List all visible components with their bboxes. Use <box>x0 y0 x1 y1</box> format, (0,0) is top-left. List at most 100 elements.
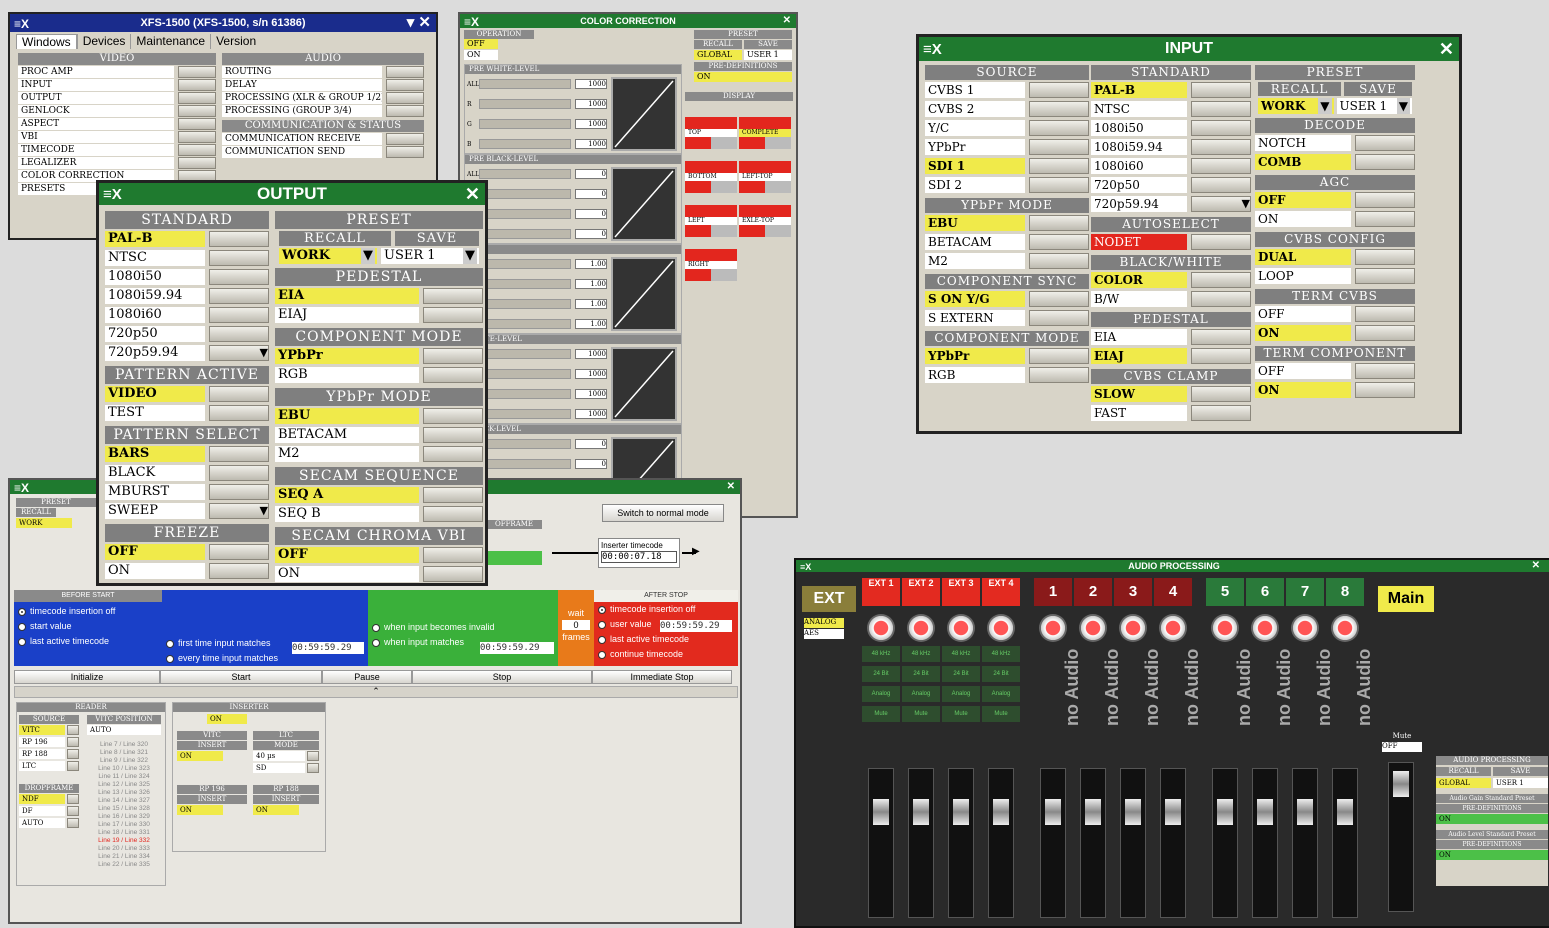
gain-knob-icon[interactable] <box>947 614 975 642</box>
channel-header[interactable]: 6 <box>1246 578 1284 606</box>
select-button[interactable] <box>209 544 269 560</box>
option-on[interactable]: ON <box>1255 381 1415 399</box>
level-slider[interactable] <box>479 169 571 179</box>
option-sdi-2[interactable]: SDI 2 <box>925 176 1089 194</box>
option-m2[interactable]: M2 <box>275 445 483 463</box>
level-slider[interactable] <box>479 119 571 129</box>
vitc-line-option[interactable]: Line 8 / Line 321 <box>87 749 161 757</box>
select-button[interactable] <box>1191 120 1251 136</box>
vitc-insert-on[interactable]: ON <box>177 751 223 761</box>
option-1080i59-94[interactable]: 1080i59.94 <box>105 287 269 305</box>
radio-icon[interactable] <box>598 650 606 659</box>
select-button[interactable] <box>1191 348 1251 364</box>
vitc-line-option[interactable]: Line 17 / Line 330 <box>87 821 161 829</box>
ext-button[interactable]: EXT <box>802 586 856 612</box>
option-eia[interactable]: EIA <box>275 287 483 305</box>
channel-header[interactable]: 4 <box>1154 578 1192 606</box>
vitc-line-option[interactable]: Line 7 / Line 320 <box>87 741 161 749</box>
fader-handle[interactable] <box>993 799 1009 825</box>
option-ypbpr[interactable]: YPbPr <box>925 347 1089 365</box>
level-value[interactable]: 1.00 <box>575 259 607 269</box>
option-y-c[interactable]: Y/C <box>925 119 1089 137</box>
title-bar[interactable]: ≡X XFS-1500 (XFS-1500, s/n 61386) ▾ ✕ <box>10 14 436 32</box>
radio-icon[interactable] <box>598 605 606 614</box>
menu-item-timecode[interactable]: TIMECODE <box>18 143 216 156</box>
channel-header[interactable]: 8 <box>1326 578 1364 606</box>
stop-match-timecode[interactable]: 00:59:59.29 <box>480 642 554 654</box>
option-vitc[interactable]: VITC <box>19 725 79 736</box>
vitc-line-option[interactable]: Line 9 / Line 322 <box>87 757 161 765</box>
radio-icon[interactable] <box>18 607 26 616</box>
open-button[interactable] <box>386 65 424 78</box>
level-value[interactable]: 1000 <box>575 139 607 149</box>
select-button[interactable] <box>67 818 79 828</box>
select-button[interactable] <box>307 751 319 761</box>
open-button[interactable] <box>178 104 216 117</box>
dropdown-icon[interactable]: ▼ <box>361 248 375 264</box>
option-eiaj[interactable]: EIAJ <box>275 306 483 324</box>
select-button[interactable] <box>1029 310 1089 326</box>
stop-button[interactable]: Stop <box>412 670 592 684</box>
option-sweep[interactable]: SWEEP ▼ <box>105 502 269 520</box>
fader[interactable] <box>988 768 1014 918</box>
option-pal-b[interactable]: PAL-B <box>105 230 269 248</box>
radio-when-input-becomes-invalid[interactable]: when input becomes invalid <box>372 622 554 637</box>
select-button[interactable] <box>423 446 483 462</box>
open-button[interactable] <box>386 91 424 104</box>
dropdown-icon[interactable]: ▼ <box>1191 196 1251 212</box>
option-ebu[interactable]: EBU <box>275 407 483 425</box>
select-button[interactable] <box>209 231 269 247</box>
open-button[interactable] <box>386 104 424 117</box>
gain-knob-icon[interactable] <box>1159 614 1187 642</box>
radio-icon[interactable] <box>598 635 606 644</box>
option-notch[interactable]: NOTCH <box>1255 134 1415 152</box>
open-button[interactable] <box>178 117 216 130</box>
option-on[interactable]: ON <box>1255 210 1415 228</box>
fader-handle[interactable] <box>873 799 889 825</box>
radio-every-time-input-matches[interactable]: every time input matches <box>166 653 364 668</box>
close-icon[interactable]: ▾ ✕ <box>407 14 431 32</box>
vitc-line-option[interactable]: Line 21 / Line 334 <box>87 853 161 861</box>
menu-item-vbi[interactable]: VBI <box>18 130 216 143</box>
close-icon[interactable]: ✕ <box>465 183 480 205</box>
select-button[interactable] <box>1029 82 1089 98</box>
select-button[interactable] <box>1029 215 1089 231</box>
fader[interactable] <box>868 768 894 918</box>
select-button[interactable] <box>423 288 483 304</box>
level-slider[interactable] <box>479 409 571 419</box>
option-1080i60[interactable]: 1080i60 <box>1091 157 1251 175</box>
select-button[interactable] <box>423 367 483 383</box>
select-button[interactable] <box>423 506 483 522</box>
select-button[interactable] <box>209 307 269 323</box>
level-slider[interactable] <box>479 99 571 109</box>
option-nodet[interactable]: NODET <box>1091 233 1251 251</box>
option-rgb[interactable]: RGB <box>925 366 1089 384</box>
recall-select[interactable]: GLOBAL <box>694 50 742 60</box>
display-right[interactable]: RIGHT <box>685 249 737 285</box>
option-1080i60[interactable]: 1080i60 <box>105 306 269 324</box>
after-user-timecode[interactable]: 00:59:59.29 <box>660 620 732 632</box>
option-b-w[interactable]: B/W <box>1091 290 1251 308</box>
close-icon[interactable]: ✕ <box>1439 37 1454 61</box>
vitc-line-option[interactable]: Line 13 / Line 326 <box>87 789 161 797</box>
vitc-line-option[interactable]: Line 16 / Line 329 <box>87 813 161 821</box>
option-1080i59-94[interactable]: 1080i59.94 <box>1091 138 1251 156</box>
level-value[interactable]: 0 <box>575 209 607 219</box>
menu-item-genlock[interactable]: GENLOCK <box>18 104 216 117</box>
level-value[interactable]: 1.00 <box>575 279 607 289</box>
vitc-line-option[interactable]: Line 11 / Line 324 <box>87 773 161 781</box>
level-slider[interactable] <box>479 349 571 359</box>
option-40-s[interactable]: 40 µs <box>253 751 319 762</box>
open-button[interactable] <box>386 145 424 158</box>
display-bottom[interactable]: BOTTOM <box>685 161 737 197</box>
dropdown-icon[interactable]: ▼ <box>209 345 269 361</box>
fader[interactable] <box>1080 768 1106 918</box>
tab-version[interactable]: Version <box>210 34 261 49</box>
option-on[interactable]: ON <box>105 562 269 580</box>
level-value[interactable]: 0 <box>575 189 607 199</box>
gain-knob-icon[interactable] <box>1119 614 1147 642</box>
option-betacam[interactable]: BETACAM <box>275 426 483 444</box>
option-1080i50[interactable]: 1080i50 <box>105 268 269 286</box>
fader[interactable] <box>1332 768 1358 918</box>
select-button[interactable] <box>423 487 483 503</box>
